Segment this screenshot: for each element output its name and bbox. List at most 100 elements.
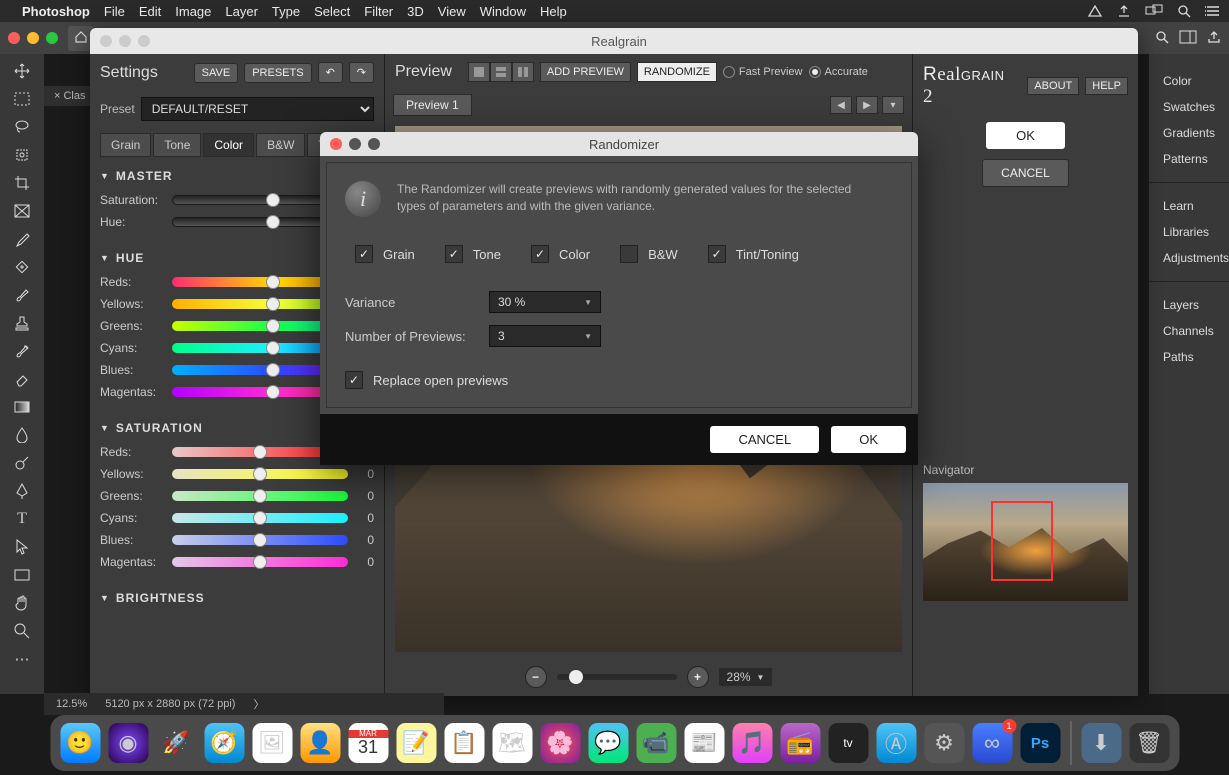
- dock-finder[interactable]: 🙂: [60, 723, 100, 763]
- panel-adjustments[interactable]: Adjustments: [1163, 245, 1215, 271]
- panel-libraries[interactable]: Libraries: [1163, 219, 1215, 245]
- preview-prev-button[interactable]: ◀: [830, 96, 852, 114]
- plugin-max[interactable]: [138, 35, 150, 47]
- tab-grain[interactable]: Grain: [100, 133, 151, 157]
- menu-window[interactable]: Window: [480, 4, 526, 19]
- brush-tool[interactable]: [8, 284, 36, 306]
- gradient-tool[interactable]: [8, 396, 36, 418]
- menu-type[interactable]: Type: [272, 4, 300, 19]
- help-button[interactable]: HELP: [1085, 77, 1128, 95]
- layout-single-icon[interactable]: [468, 62, 490, 82]
- stamp-tool[interactable]: [8, 312, 36, 334]
- dock-messages[interactable]: 💬: [588, 723, 628, 763]
- section-brightness[interactable]: ▼BRIGHTNESS: [100, 585, 374, 611]
- history-brush-tool[interactable]: [8, 340, 36, 362]
- spotlight-icon[interactable]: [1177, 4, 1191, 18]
- menu-file[interactable]: File: [104, 4, 125, 19]
- workspace-icon[interactable]: [1179, 30, 1197, 47]
- sat-magentas-slider[interactable]: [172, 554, 348, 570]
- menu-edit[interactable]: Edit: [139, 4, 161, 19]
- modal-close[interactable]: [330, 138, 342, 150]
- dock-tv[interactable]: tv: [828, 723, 868, 763]
- menu-filter[interactable]: Filter: [364, 4, 393, 19]
- sat-yellows-slider[interactable]: [172, 466, 348, 482]
- menu-view[interactable]: View: [438, 4, 466, 19]
- panel-gradients[interactable]: Gradients: [1163, 120, 1215, 146]
- preview-tab-1[interactable]: Preview 1: [393, 94, 472, 116]
- plugin-close[interactable]: [100, 35, 112, 47]
- zoom-tool[interactable]: [8, 620, 36, 642]
- dock-maps[interactable]: 🗺: [492, 723, 532, 763]
- menu-select[interactable]: Select: [314, 4, 350, 19]
- window-close[interactable]: [8, 32, 20, 44]
- panel-learn[interactable]: Learn: [1163, 193, 1215, 219]
- rectangle-tool[interactable]: [8, 564, 36, 586]
- dodge-tool[interactable]: [8, 452, 36, 474]
- navigator-thumbnail[interactable]: [923, 483, 1128, 601]
- lasso-tool[interactable]: [8, 116, 36, 138]
- more-tools[interactable]: ⋯: [8, 648, 36, 670]
- dock-podcasts[interactable]: 📻: [780, 723, 820, 763]
- layout-split-h-icon[interactable]: [490, 62, 512, 82]
- dock-news[interactable]: 📰: [684, 723, 724, 763]
- panel-channels[interactable]: Channels: [1163, 318, 1215, 344]
- panel-swatches[interactable]: Swatches: [1163, 94, 1215, 120]
- save-button[interactable]: SAVE: [194, 63, 239, 83]
- tab-color[interactable]: Color: [203, 133, 254, 157]
- dock-creative-cloud[interactable]: ∞1: [972, 723, 1012, 763]
- zoom-slider[interactable]: [557, 674, 677, 680]
- fast-preview-radio[interactable]: Fast Preview: [723, 66, 803, 78]
- check-tone[interactable]: ✓Tone: [445, 245, 501, 263]
- dock-photoshop[interactable]: Ps: [1020, 723, 1060, 763]
- tab-tone[interactable]: Tone: [153, 133, 201, 157]
- upload-icon[interactable]: [1117, 4, 1131, 18]
- preview-next-button[interactable]: ▶: [856, 96, 878, 114]
- panel-patterns[interactable]: Patterns: [1163, 146, 1215, 172]
- num-previews-select[interactable]: 3▼: [489, 325, 601, 347]
- dock-photos[interactable]: 🌸: [540, 723, 580, 763]
- accurate-radio[interactable]: Accurate: [809, 66, 868, 78]
- share-icon[interactable]: [1207, 30, 1221, 47]
- panel-paths[interactable]: Paths: [1163, 344, 1215, 370]
- dock-music[interactable]: 🎵: [732, 723, 772, 763]
- check-replace[interactable]: ✓Replace open previews: [345, 371, 893, 389]
- displays-icon[interactable]: [1145, 4, 1163, 18]
- crop-tool[interactable]: [8, 172, 36, 194]
- tab-bw[interactable]: B&W: [256, 133, 305, 157]
- eraser-tool[interactable]: [8, 368, 36, 390]
- layout-split-v-icon[interactable]: [512, 62, 534, 82]
- preview-menu-button[interactable]: ▾: [882, 96, 904, 114]
- modal-ok-button[interactable]: OK: [831, 426, 906, 453]
- dock-contacts[interactable]: 👤: [300, 723, 340, 763]
- dock-facetime[interactable]: 📹: [636, 723, 676, 763]
- search-icon[interactable]: [1155, 30, 1169, 47]
- zoom-in-button[interactable]: +: [687, 666, 709, 688]
- hand-tool[interactable]: [8, 592, 36, 614]
- dock-preview[interactable]: 🖼: [252, 723, 292, 763]
- window-minimize[interactable]: [27, 32, 39, 44]
- eyedropper-tool[interactable]: [8, 228, 36, 250]
- path-select-tool[interactable]: [8, 536, 36, 558]
- status-chevron-icon[interactable]: 〉: [253, 696, 264, 712]
- window-zoom[interactable]: [46, 32, 58, 44]
- status-icon[interactable]: [1087, 4, 1103, 18]
- dock-trash[interactable]: 🗑: [1129, 723, 1169, 763]
- move-tool[interactable]: [8, 60, 36, 82]
- presets-button[interactable]: PRESETS: [244, 63, 311, 83]
- check-tint[interactable]: ✓Tint/Toning: [708, 245, 799, 263]
- menu-list-icon[interactable]: [1205, 5, 1221, 17]
- modal-cancel-button[interactable]: CANCEL: [710, 426, 819, 453]
- check-grain[interactable]: ✓Grain: [355, 245, 415, 263]
- quick-select-tool[interactable]: [8, 144, 36, 166]
- check-bw[interactable]: B&W: [620, 245, 678, 263]
- add-preview-button[interactable]: ADD PREVIEW: [540, 62, 631, 82]
- dock-reminders[interactable]: 📋: [444, 723, 484, 763]
- blur-tool[interactable]: [8, 424, 36, 446]
- frame-tool[interactable]: [8, 200, 36, 222]
- dock-notes[interactable]: 📝: [396, 723, 436, 763]
- zoom-value[interactable]: 28%▼: [719, 668, 773, 686]
- panel-color[interactable]: Color: [1163, 68, 1215, 94]
- menu-layer[interactable]: Layer: [225, 4, 258, 19]
- variance-select[interactable]: 30 %▼: [489, 291, 601, 313]
- pen-tool[interactable]: [8, 480, 36, 502]
